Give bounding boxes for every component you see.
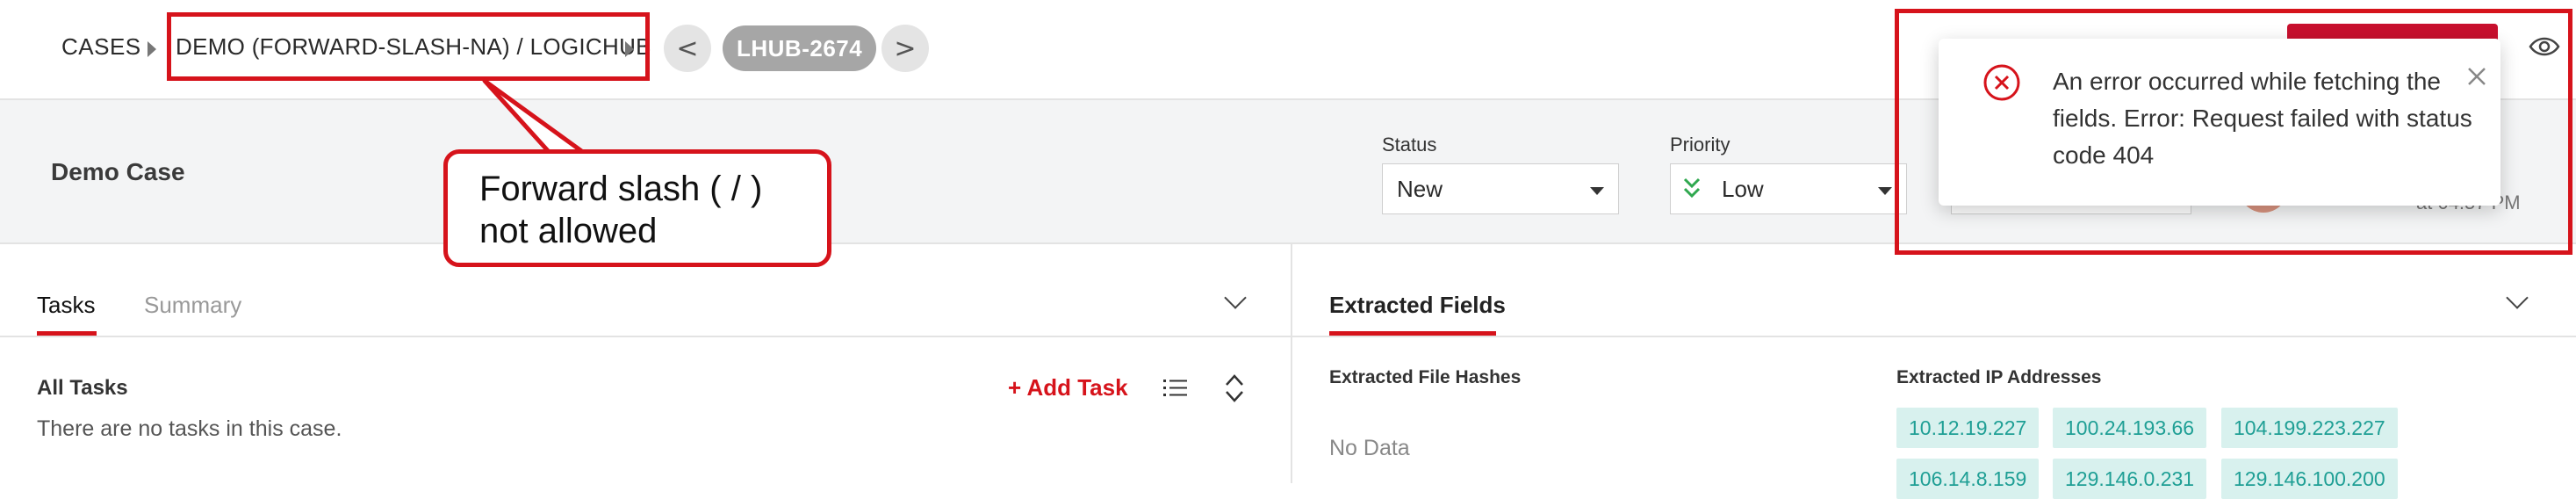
file-hashes-heading: Extracted File Hashes <box>1329 367 1522 387</box>
active-tab-indicator <box>1329 331 1496 336</box>
ip-address-chip[interactable]: 129.146.100.200 <box>2221 459 2398 499</box>
empty-tasks-message: There are no tasks in this case. <box>37 416 342 441</box>
sort-icon[interactable] <box>1224 372 1245 404</box>
ip-address-chip[interactable]: 106.14.8.159 <box>1896 459 2040 499</box>
breadcrumb-root[interactable]: CASES <box>61 33 141 61</box>
status-value: New <box>1397 176 1443 202</box>
double-chevron-down-icon <box>1683 177 1701 199</box>
file-hashes-empty: No Data <box>1329 436 1410 460</box>
previous-case-button[interactable]: < <box>664 25 711 72</box>
ip-address-chip[interactable]: 100.24.193.66 <box>2053 408 2207 448</box>
caret-down-icon <box>1878 187 1892 195</box>
tab-summary[interactable]: Summary <box>144 292 241 319</box>
fields-tab-bar <box>1292 244 2576 337</box>
ip-addresses-heading: Extracted IP Addresses <box>1896 367 2102 387</box>
case-title: Demo Case <box>51 158 185 185</box>
active-tab-indicator <box>37 331 97 336</box>
chevron-left-icon: < <box>676 33 699 64</box>
tasks-tab-bar <box>0 244 1291 337</box>
add-task-button[interactable]: + Add Task <box>1008 374 1128 401</box>
ip-address-chip[interactable]: 129.146.0.231 <box>2053 459 2207 499</box>
breadcrumb-arrow-icon <box>148 41 156 57</box>
priority-select[interactable]: Low <box>1670 163 1907 214</box>
ip-address-chip[interactable]: 104.199.223.227 <box>2221 408 2398 448</box>
all-tasks-heading: All Tasks <box>37 376 128 400</box>
priority-label: Priority <box>1670 134 1731 155</box>
tab-tasks[interactable]: Tasks <box>37 292 95 319</box>
next-case-button[interactable]: > <box>881 25 929 72</box>
list-icon[interactable] <box>1162 376 1189 401</box>
caret-down-icon <box>1590 187 1604 195</box>
status-label: Status <box>1382 134 1437 155</box>
breadcrumb-highlight-box <box>167 12 650 81</box>
status-select[interactable]: New <box>1382 163 1619 214</box>
tab-extracted-fields[interactable]: Extracted Fields <box>1329 292 1506 319</box>
ip-address-chip[interactable]: 10.12.19.227 <box>1896 408 2040 448</box>
callout-text-line1: Forward slash ( / ) <box>479 170 763 208</box>
case-id-badge: LHUB-2674 <box>723 25 877 71</box>
chevron-right-icon: > <box>894 33 917 64</box>
notification-highlight-box <box>1895 9 2572 255</box>
priority-value: Low <box>1722 176 1764 202</box>
